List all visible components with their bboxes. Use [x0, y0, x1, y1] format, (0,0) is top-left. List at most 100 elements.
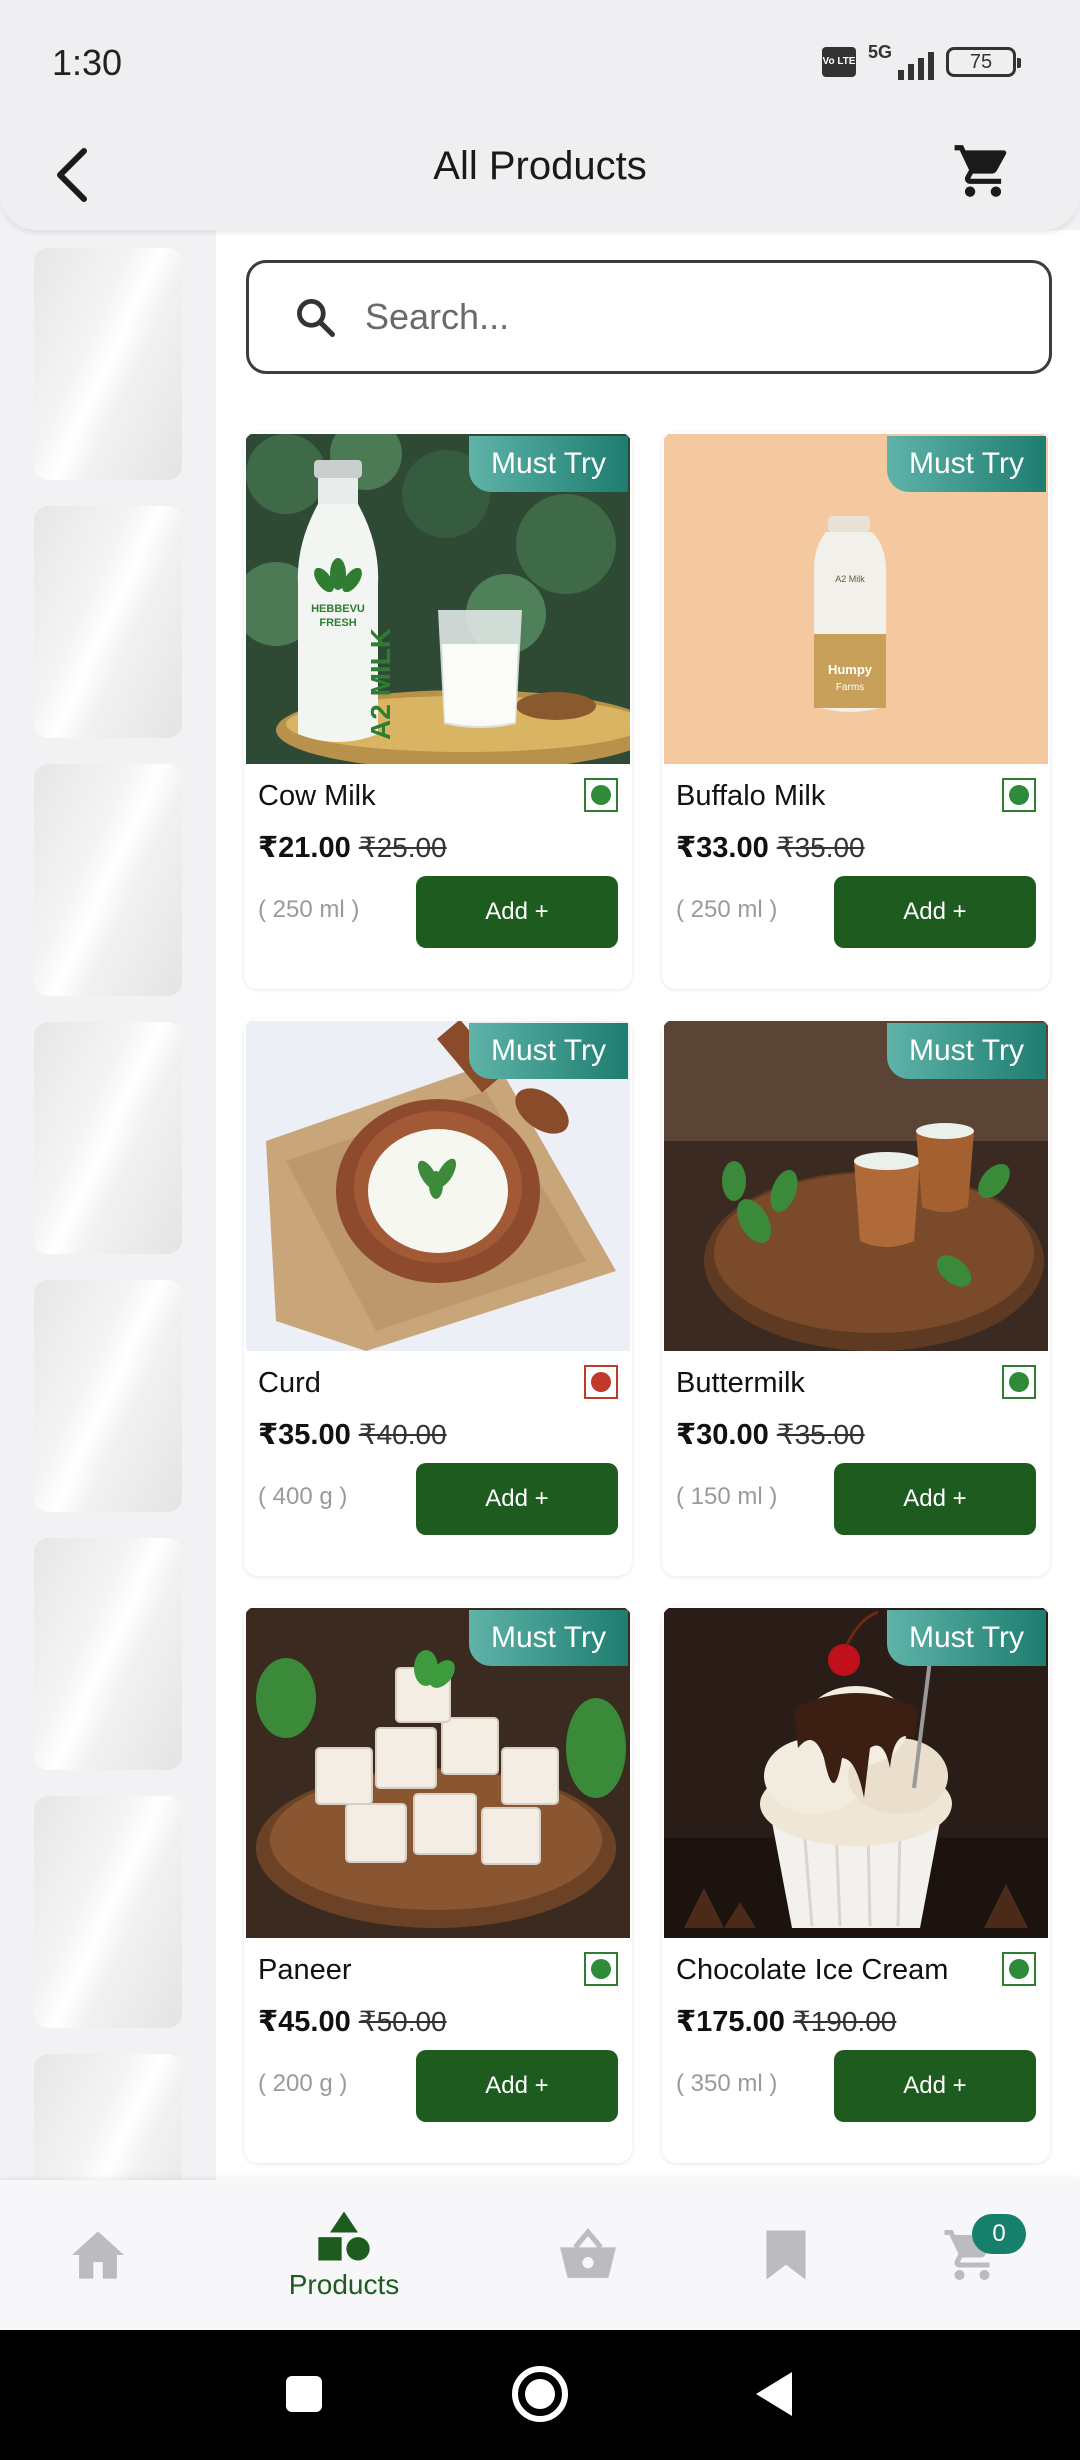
search-icon [291, 293, 339, 341]
product-card[interactable]: Must Try Buttermilk ₹30.00 ₹35.00 ( 150 m… [662, 1019, 1050, 1576]
product-card[interactable]: Must Try Curd ₹35.00 ₹40.00 ( 400 g ) Add… [244, 1019, 632, 1576]
signal-icon: 5G [868, 42, 934, 80]
add-to-cart-button[interactable]: Add + [416, 1463, 618, 1535]
basket-icon [560, 2228, 616, 2278]
category-rail [0, 230, 216, 2180]
back-triangle-icon [756, 2372, 792, 2416]
screen: 1:30 Vo LTE 5G 75 All Products Search...… [0, 0, 1080, 2460]
category-skeleton[interactable] [34, 2054, 182, 2180]
product-mrp: ₹35.00 [776, 832, 865, 863]
veg-indicator-icon [584, 1952, 618, 1986]
product-card[interactable]: HEBBEVU FRESH A2 MILK Must Try Cow Milk … [244, 432, 632, 989]
network-type: 5G [868, 42, 893, 62]
category-skeleton[interactable] [34, 1280, 182, 1512]
svg-text:A2 MILK: A2 MILK [365, 628, 396, 740]
svg-text:Humpy: Humpy [828, 662, 873, 677]
nav-products-label: Products [288, 2269, 400, 2300]
home-circle-icon [512, 2366, 568, 2422]
product-card[interactable]: A2 Milk Humpy Farms Must Try Buffalo Mil… [662, 432, 1050, 989]
product-image-curd[interactable]: Must Try [246, 1021, 630, 1351]
product-mrp: ₹35.00 [776, 1419, 865, 1450]
must-try-badge: Must Try [886, 1610, 1046, 1666]
must-try-badge: Must Try [886, 1023, 1046, 1079]
cart-count-badge: 0 [972, 2214, 1026, 2254]
veg-indicator-icon [1002, 778, 1036, 812]
non-veg-indicator-icon [584, 1365, 618, 1399]
recents-icon [286, 2376, 322, 2412]
product-quantity: ( 150 ml ) [676, 1483, 778, 1510]
product-name: Paneer [258, 1954, 352, 1986]
search-input[interactable] [365, 296, 1005, 338]
product-mrp: ₹190.00 [792, 2006, 897, 2037]
status-bar: 1:30 Vo LTE 5G 75 [0, 0, 1080, 120]
product-image-paneer[interactable]: Must Try [246, 1608, 630, 1938]
home-icon [72, 2231, 124, 2279]
product-grid: HEBBEVU FRESH A2 MILK Must Try Cow Milk … [244, 432, 1054, 2163]
must-try-badge: Must Try [468, 436, 628, 492]
product-price: ₹175.00 [676, 2006, 785, 2038]
product-list-area: HEBBEVU FRESH A2 MILK Must Try Cow Milk … [216, 230, 1080, 2180]
must-try-badge: Must Try [886, 436, 1046, 492]
price-row: ₹33.00 ₹35.00 [676, 830, 865, 865]
product-price: ₹21.00 [258, 832, 351, 864]
add-to-cart-button[interactable]: Add + [416, 876, 618, 948]
nav-basket[interactable] [548, 2180, 628, 2330]
nav-home[interactable] [58, 2180, 138, 2330]
svg-text:HEBBEVU: HEBBEVU [311, 603, 365, 615]
product-card[interactable]: Must Try Chocolate Ice Cream ₹175.00 ₹190… [662, 1606, 1050, 2163]
search-box[interactable] [246, 260, 1052, 374]
price-row: ₹175.00 ₹190.00 [676, 2004, 896, 2039]
product-name: Curd [258, 1367, 321, 1399]
bookmark-icon [766, 2230, 806, 2280]
must-try-badge: Must Try [468, 1023, 628, 1079]
add-to-cart-button[interactable]: Add + [834, 1463, 1036, 1535]
product-mrp: ₹25.00 [358, 832, 447, 863]
add-to-cart-button[interactable]: Add + [834, 2050, 1036, 2122]
product-name: Buttermilk [676, 1367, 805, 1399]
category-skeleton[interactable] [34, 1022, 182, 1254]
battery-icon: 75 [946, 47, 1021, 77]
recents-button[interactable] [264, 2354, 344, 2434]
svg-text:FRESH: FRESH [319, 617, 356, 629]
category-skeleton[interactable] [34, 764, 182, 996]
product-image-chocolate-ice-cream[interactable]: Must Try [664, 1608, 1048, 1938]
product-image-cow-milk[interactable]: HEBBEVU FRESH A2 MILK Must Try [246, 434, 630, 764]
veg-indicator-icon [1002, 1365, 1036, 1399]
product-mrp: ₹50.00 [358, 2006, 447, 2037]
product-image-buffalo-milk[interactable]: A2 Milk Humpy Farms Must Try [664, 434, 1048, 764]
system-navigation-bar [0, 2330, 1080, 2460]
product-image-buttermilk[interactable]: Must Try [664, 1021, 1048, 1351]
add-to-cart-button[interactable]: Add + [834, 876, 1036, 948]
nav-products[interactable]: Products [268, 2180, 420, 2330]
battery-level: 75 [969, 50, 993, 73]
nav-cart[interactable] [932, 2180, 1012, 2330]
category-skeleton[interactable] [34, 1538, 182, 1770]
price-row: ₹45.00 ₹50.00 [258, 2004, 447, 2039]
category-skeleton[interactable] [34, 248, 182, 480]
product-mrp: ₹40.00 [358, 1419, 447, 1450]
product-name: Chocolate Ice Cream [676, 1954, 949, 1986]
product-quantity: ( 250 ml ) [676, 896, 778, 923]
category-skeleton[interactable] [34, 506, 182, 738]
nav-saved[interactable] [746, 2180, 826, 2330]
product-price: ₹33.00 [676, 832, 769, 864]
svg-text:A2 Milk: A2 Milk [835, 574, 865, 584]
status-time: 1:30 [52, 42, 123, 83]
product-quantity: ( 250 ml ) [258, 896, 360, 923]
volte-icon: Vo LTE [822, 47, 856, 77]
veg-indicator-icon [1002, 1952, 1036, 1986]
product-name: Buffalo Milk [676, 780, 826, 812]
product-card[interactable]: Must Try Paneer ₹45.00 ₹50.00 ( 200 g ) A… [244, 1606, 632, 2163]
product-price: ₹30.00 [676, 1419, 769, 1451]
header-cart-button[interactable] [948, 136, 1018, 206]
product-name: Cow Milk [258, 780, 376, 812]
back-system-button[interactable] [734, 2354, 814, 2434]
price-row: ₹35.00 ₹40.00 [258, 1417, 447, 1452]
add-to-cart-button[interactable]: Add + [416, 2050, 618, 2122]
product-price: ₹35.00 [258, 1419, 351, 1451]
status-icons: Vo LTE 5G 75 [822, 42, 1021, 80]
products-icon [318, 2211, 370, 2261]
home-system-button[interactable] [500, 2354, 580, 2434]
price-row: ₹30.00 ₹35.00 [676, 1417, 865, 1452]
category-skeleton[interactable] [34, 1796, 182, 2028]
